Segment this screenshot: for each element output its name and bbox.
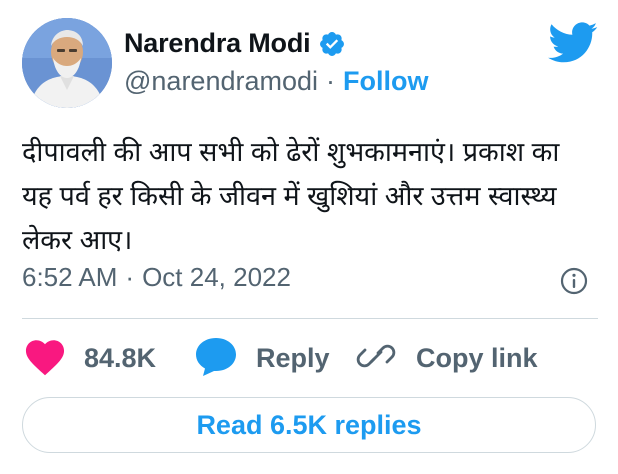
tweet-text: दीपावली की आप सभी को ढेरों शुभकामनाएं। प… bbox=[22, 137, 560, 255]
tweet-actions: 84.8K Reply Copy link bbox=[22, 336, 598, 380]
reply-button[interactable]: Reply bbox=[194, 336, 330, 380]
copy-link-label: Copy link bbox=[416, 342, 538, 373]
avatar-image bbox=[22, 18, 112, 108]
name-row: Narendra Modi bbox=[124, 28, 346, 59]
reply-label: Reply bbox=[256, 342, 330, 373]
avatar[interactable] bbox=[22, 18, 112, 108]
tweet-time[interactable]: 6:52 AM bbox=[22, 262, 117, 293]
tweet-timestamp[interactable]: 6:52 AM · Oct 24, 2022 bbox=[22, 262, 291, 293]
heart-icon bbox=[22, 336, 68, 381]
display-name[interactable]: Narendra Modi bbox=[124, 28, 311, 59]
tweet-card: Narendra Modi @narendramodi · Follow दीप… bbox=[0, 0, 618, 474]
separator-dot: · bbox=[326, 66, 336, 96]
link-icon bbox=[354, 336, 398, 381]
handle-row: @narendramodi · Follow bbox=[124, 66, 429, 97]
twitter-bird-icon[interactable] bbox=[548, 22, 598, 64]
like-button[interactable]: 84.8K bbox=[22, 336, 156, 380]
read-replies-button[interactable]: Read 6.5K replies bbox=[22, 397, 596, 453]
verified-badge-icon bbox=[318, 30, 346, 58]
follow-button[interactable]: Follow bbox=[343, 66, 428, 97]
copy-link-button[interactable]: Copy link bbox=[354, 336, 538, 380]
speech-bubble-icon bbox=[194, 336, 238, 381]
tweet-date[interactable]: Oct 24, 2022 bbox=[142, 262, 291, 293]
separator-dot: · bbox=[125, 262, 135, 292]
user-handle[interactable]: @narendramodi bbox=[124, 66, 318, 97]
divider bbox=[22, 318, 598, 319]
info-icon[interactable] bbox=[560, 267, 588, 295]
likes-count: 84.8K bbox=[84, 342, 157, 373]
